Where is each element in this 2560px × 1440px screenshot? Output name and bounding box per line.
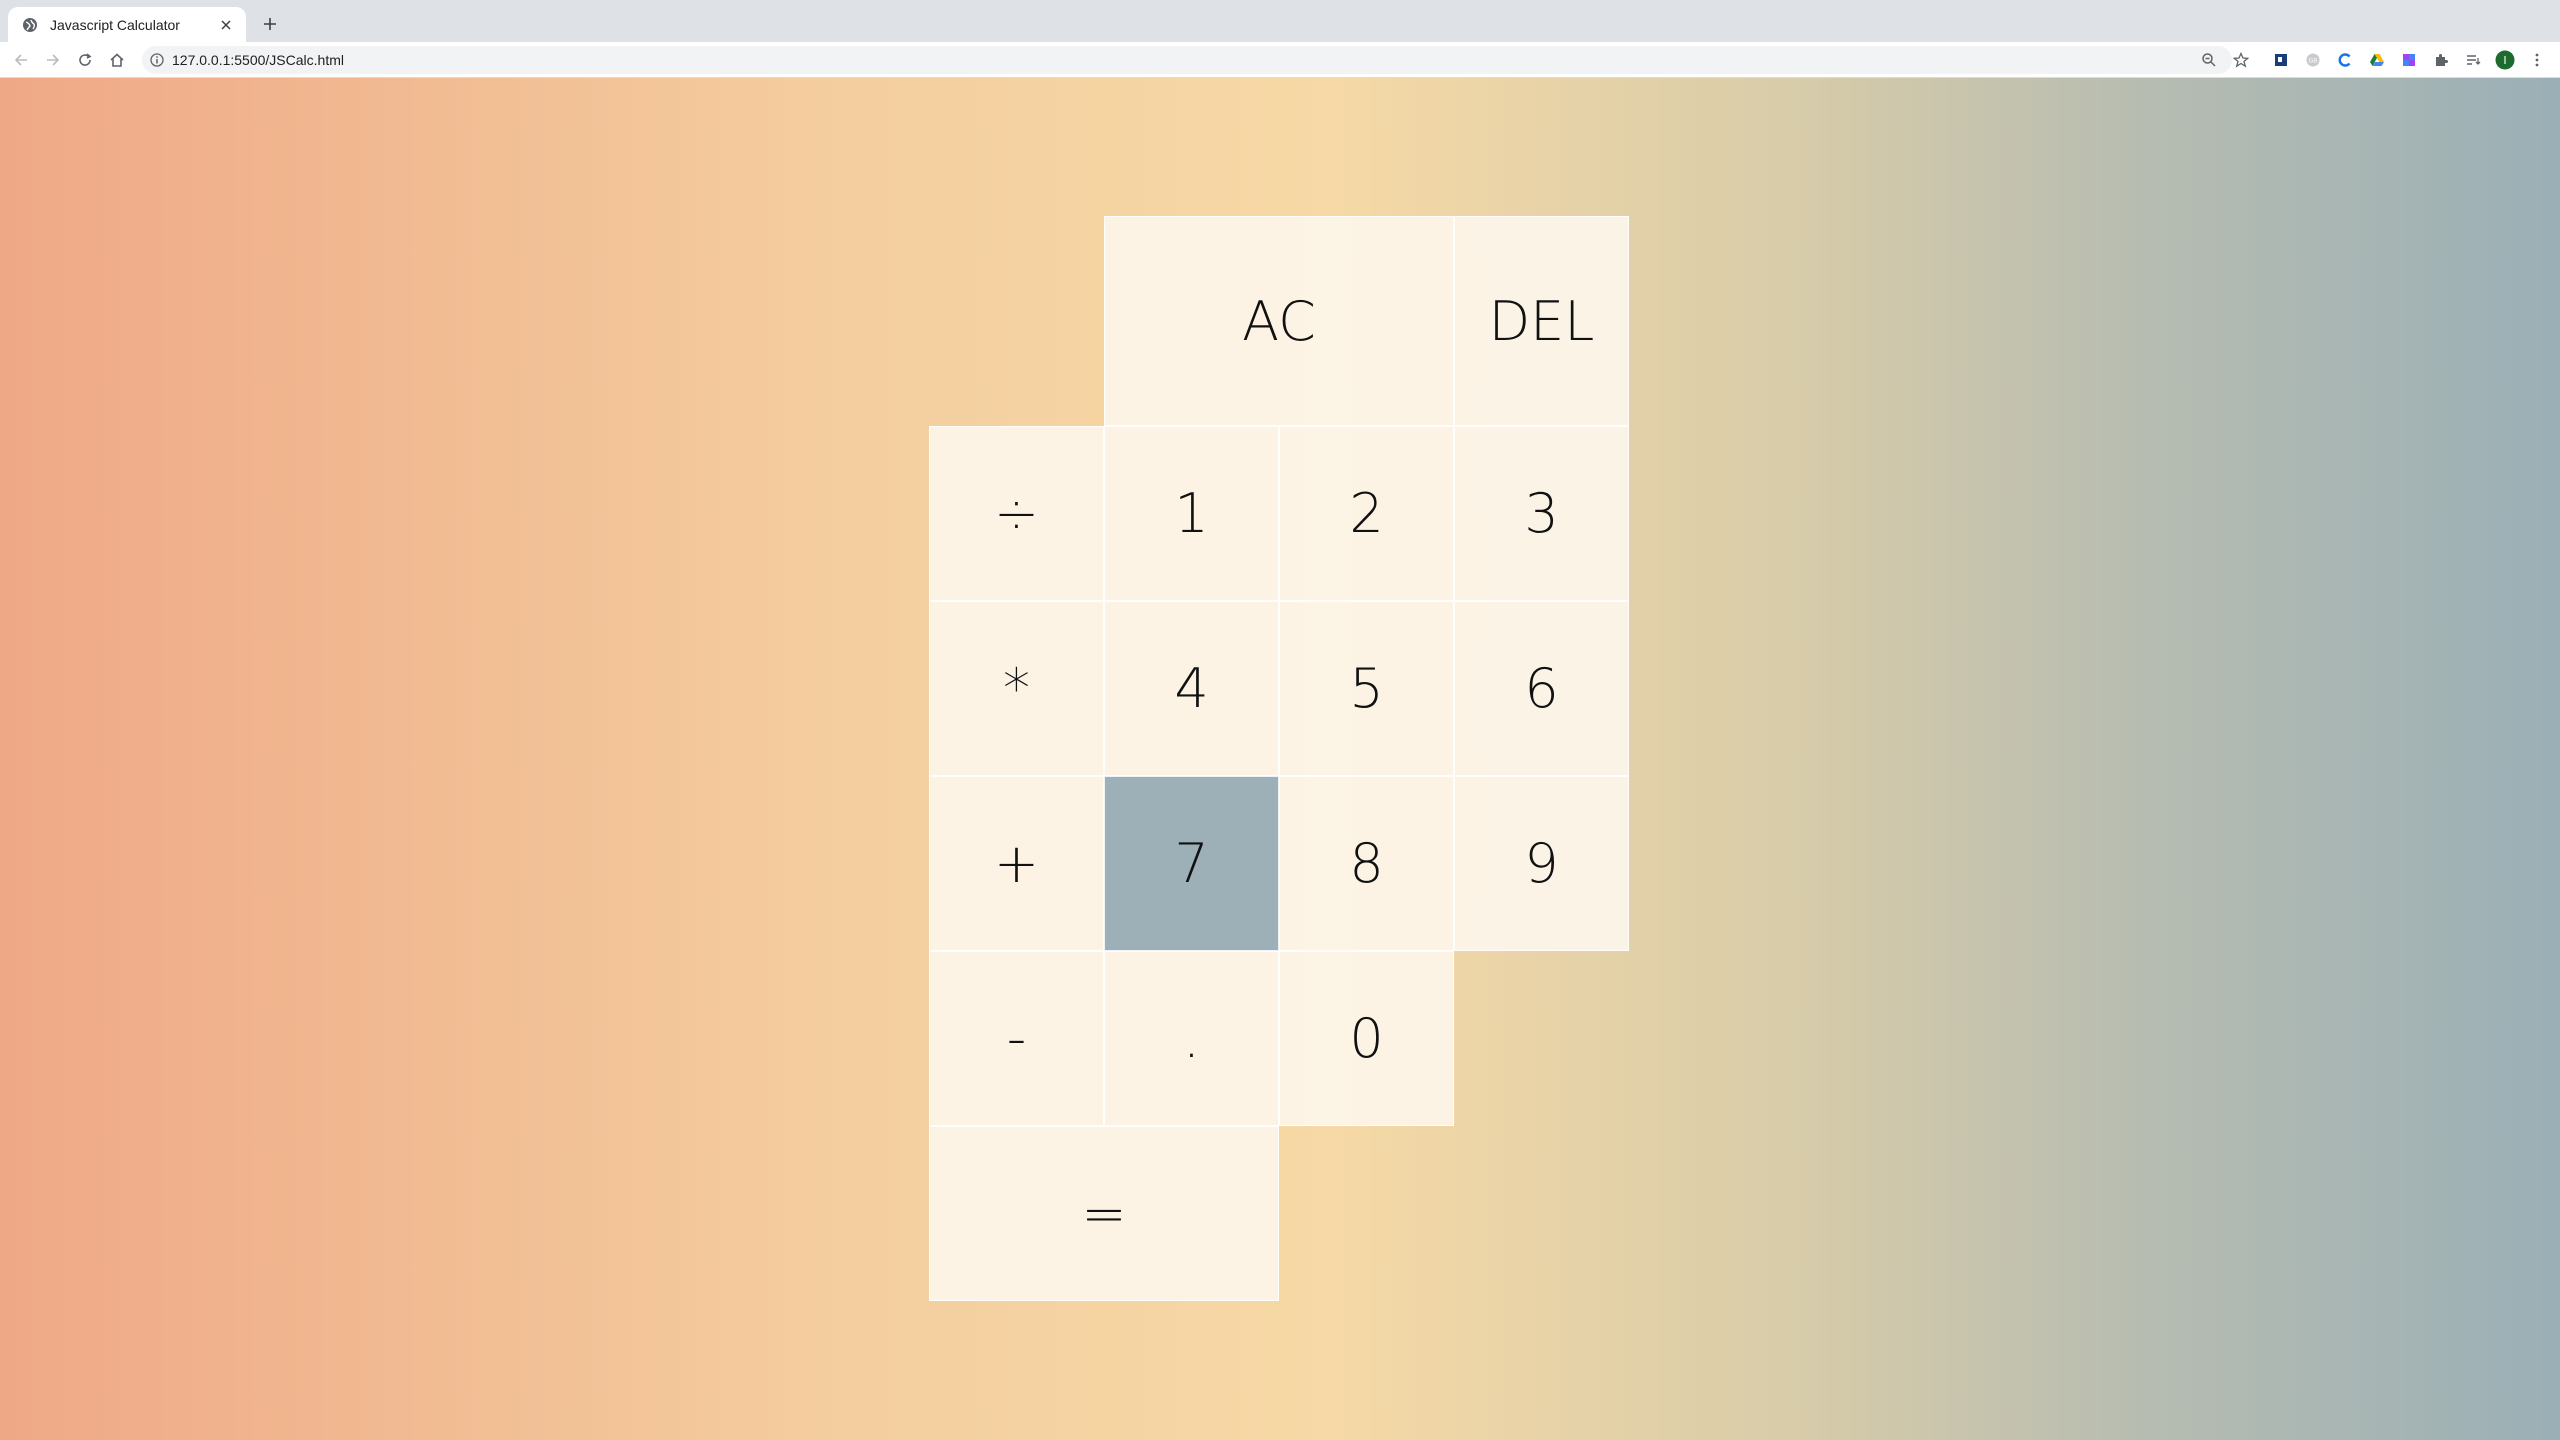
svg-text:I: I [2503,54,2506,67]
globe-icon [23,17,37,32]
divide-button[interactable]: ÷ [929,426,1104,601]
extensions-puzzle-icon[interactable] [2430,49,2452,71]
reading-list-icon[interactable] [2462,49,2484,71]
profile-avatar[interactable]: I [2494,49,2516,71]
new-tab-icon[interactable] [258,12,282,36]
extension-dark-icon[interactable] [2270,49,2292,71]
digit-8-button[interactable]: 8 [1279,776,1454,951]
digit-9-button[interactable]: 9 [1454,776,1629,951]
extension-gray-icon[interactable]: GB [2302,49,2324,71]
digit-0-button[interactable]: 0 [1279,951,1454,1126]
extension-colorful-icon[interactable] [2398,49,2420,71]
reload-icon[interactable] [74,49,96,71]
back-arrow-icon[interactable] [10,49,32,71]
digit-7-button[interactable]: 7 [1104,776,1279,951]
calculator-keypad: AC DEL ÷ 1 2 3 * 4 5 6 + 7 8 9 - . 0 = [929,216,1629,1301]
digit-4-button[interactable]: 4 [1104,601,1279,776]
equals-button[interactable]: = [929,1126,1279,1301]
multiply-button[interactable]: * [929,601,1104,776]
url-text: 127.0.0.1:5500/JSCalc.html [172,52,344,68]
page-background: AC DEL ÷ 1 2 3 * 4 5 6 + 7 8 9 - . 0 = [0,78,2560,1440]
drive-icon[interactable] [2366,49,2388,71]
tab-title: Javascript Calculator [50,16,180,33]
decimal-point-button[interactable]: . [1104,951,1279,1126]
close-tab-icon[interactable] [216,15,236,35]
delete-button[interactable]: DEL [1454,216,1629,426]
info-icon[interactable] [150,53,164,67]
digit-1-button[interactable]: 1 [1104,426,1279,601]
digit-3-button[interactable]: 3 [1454,426,1629,601]
bookmark-star-icon[interactable] [2230,49,2252,71]
minus-button[interactable]: - [929,951,1104,1126]
digit-6-button[interactable]: 6 [1454,601,1629,776]
browser-tabstrip: Javascript Calculator [0,0,2560,42]
digit-2-button[interactable]: 2 [1279,426,1454,601]
extension-c-icon[interactable] [2334,49,2356,71]
home-icon[interactable] [106,49,128,71]
forward-arrow-icon[interactable] [42,49,64,71]
browser-toolbar: 127.0.0.1:5500/JSCalc.html GB I [0,42,2560,78]
svg-text:GB: GB [2309,58,2318,65]
address-bar[interactable]: 127.0.0.1:5500/JSCalc.html [142,46,2232,74]
all-clear-button[interactable]: AC [1104,216,1454,426]
menu-kebab-icon[interactable] [2526,49,2548,71]
digit-5-button[interactable]: 5 [1279,601,1454,776]
plus-button[interactable]: + [929,776,1104,951]
browser-tab[interactable]: Javascript Calculator [8,7,246,42]
zoom-icon[interactable] [2198,49,2220,71]
